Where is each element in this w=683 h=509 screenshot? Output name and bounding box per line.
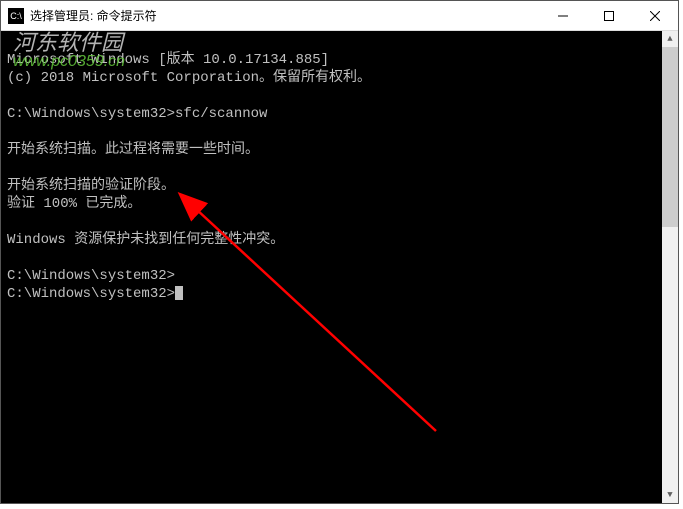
terminal-line: 验证 100% 已完成。 [7, 196, 141, 212]
window-title: 选择管理员: 命令提示符 [30, 7, 157, 24]
terminal-line: C:\Windows\system32> [7, 268, 175, 284]
terminal-line: 开始系统扫描的验证阶段。 [7, 178, 175, 194]
terminal-line: C:\Windows\system32>sfc/scannow [7, 106, 267, 122]
command-prompt-window: C:\ 选择管理员: 命令提示符 Microsoft Windows [版本 1… [0, 0, 679, 504]
cursor-icon [175, 286, 183, 300]
terminal-output[interactable]: Microsoft Windows [版本 10.0.17134.885] (c… [1, 31, 662, 503]
vertical-scrollbar[interactable]: ▲ ▼ [662, 31, 678, 503]
cmd-icon: C:\ [8, 8, 24, 24]
scroll-down-button[interactable]: ▼ [662, 487, 678, 503]
scroll-thumb[interactable] [662, 47, 678, 227]
close-button[interactable] [632, 1, 678, 31]
maximize-button[interactable] [586, 1, 632, 31]
terminal-line: 开始系统扫描。此过程将需要一些时间。 [7, 142, 259, 158]
terminal-line: Windows 资源保护未找到任何完整性冲突。 [7, 232, 284, 248]
scroll-up-button[interactable]: ▲ [662, 31, 678, 47]
cmd-icon-label: C:\ [10, 11, 22, 21]
titlebar[interactable]: C:\ 选择管理员: 命令提示符 [1, 1, 678, 31]
window-controls [540, 1, 678, 31]
terminal-line: Microsoft Windows [版本 10.0.17134.885] [7, 52, 329, 68]
minimize-button[interactable] [540, 1, 586, 31]
terminal-line: (c) 2018 Microsoft Corporation。保留所有权利。 [7, 70, 371, 86]
terminal-line: C:\Windows\system32> [7, 286, 175, 302]
